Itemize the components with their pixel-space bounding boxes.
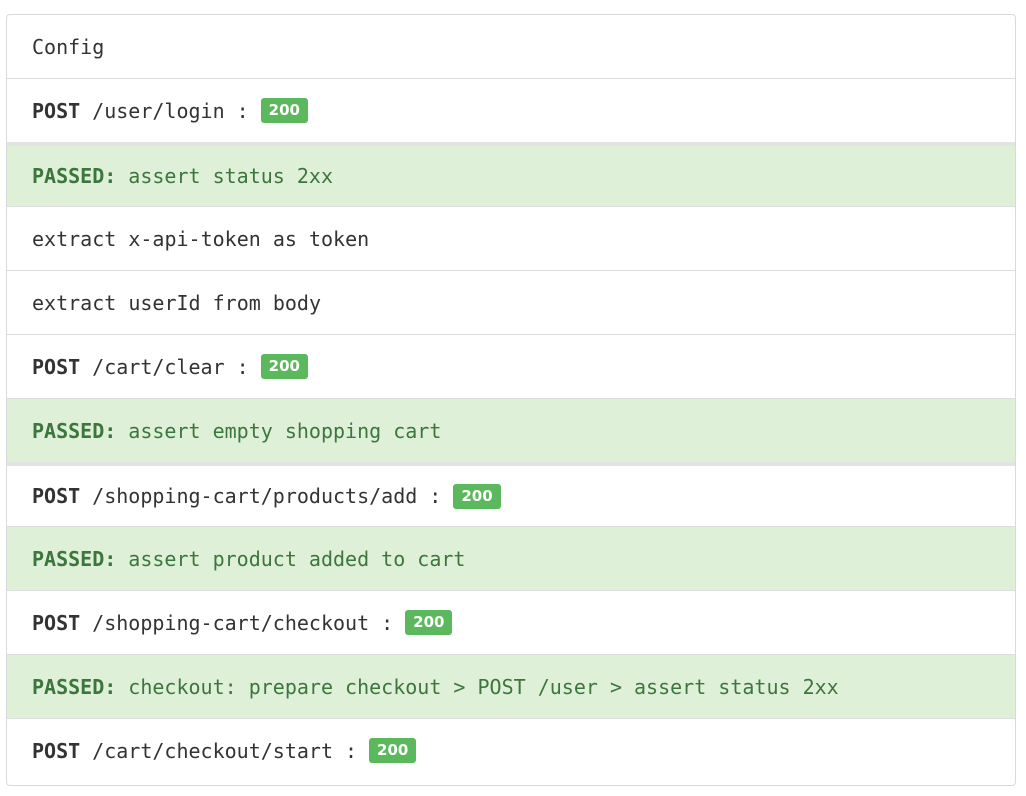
row-text: extract x-api-token as token	[32, 226, 370, 251]
list-item[interactable]: extract x-api-token as token	[7, 206, 1015, 270]
separator: :	[236, 354, 249, 379]
list-item[interactable]: POST /shopping-cart/products/add : 200	[7, 462, 1015, 526]
assertion-text: assert empty shopping cart	[128, 418, 442, 443]
list-item[interactable]: POST /shopping-cart/checkout : 200	[7, 590, 1015, 654]
separator: :	[381, 610, 394, 635]
http-method: POST	[32, 738, 81, 763]
status-badge: 200	[405, 610, 453, 635]
list-item[interactable]: extract userId from body	[7, 270, 1015, 334]
list-item[interactable]: PASSED: assert product added to cart	[7, 526, 1015, 590]
request-path: /cart/checkout/start	[92, 738, 333, 763]
assertion-text: checkout: prepare checkout > POST /user …	[128, 674, 839, 699]
http-method: POST	[32, 98, 81, 123]
passed-label: PASSED:	[32, 164, 117, 188]
separator: :	[429, 484, 442, 508]
separator: :	[236, 98, 249, 123]
passed-label: PASSED:	[32, 418, 117, 443]
status-badge: 200	[260, 98, 308, 123]
list-item[interactable]: POST /user/login : 200	[7, 78, 1015, 142]
row-text: extract userId from body	[32, 290, 321, 315]
status-badge: 200	[369, 738, 417, 763]
request-path: /shopping-cart/products/add	[92, 484, 418, 508]
passed-label: PASSED:	[32, 674, 117, 699]
test-results-panel: Config POST /user/login : 200 PASSED: as…	[6, 14, 1016, 786]
passed-label: PASSED:	[32, 546, 117, 571]
request-path: /cart/clear	[92, 354, 225, 379]
status-badge: 200	[453, 483, 501, 509]
http-method: POST	[32, 354, 81, 379]
assertion-text: assert product added to cart	[128, 546, 466, 571]
separator: :	[345, 738, 358, 763]
http-method: POST	[32, 610, 81, 635]
row-text: Config	[32, 34, 105, 59]
http-method: POST	[32, 484, 81, 508]
list-item[interactable]: Config	[7, 15, 1015, 78]
list-item[interactable]: POST /cart/clear : 200	[7, 334, 1015, 398]
assertion-text: assert status 2xx	[128, 164, 333, 188]
request-path: /shopping-cart/checkout	[92, 610, 370, 635]
list-item[interactable]: PASSED: assert empty shopping cart	[7, 398, 1015, 462]
list-item[interactable]: PASSED: assert status 2xx	[7, 142, 1015, 206]
list-item[interactable]: PASSED: checkout: prepare checkout > POS…	[7, 654, 1015, 718]
status-badge: 200	[260, 354, 308, 379]
request-path: /user/login	[92, 98, 225, 123]
list-item[interactable]: POST /cart/checkout/start : 200	[7, 718, 1015, 782]
